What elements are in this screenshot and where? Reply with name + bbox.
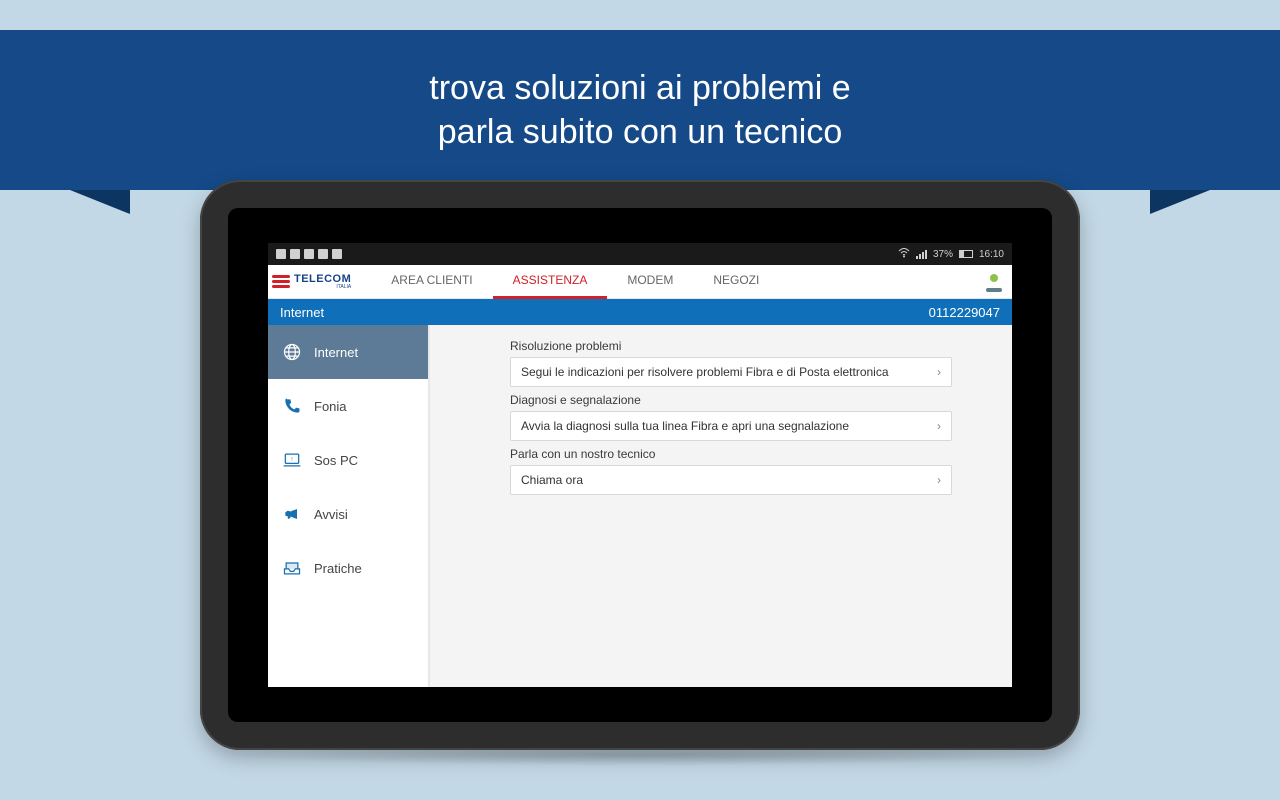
sidebar-item-label: Fonia xyxy=(314,399,347,414)
ribbon-decoration xyxy=(1150,190,1210,214)
option-risoluzione[interactable]: Segui le indicazioni per risolvere probl… xyxy=(510,357,952,387)
chevron-right-icon: › xyxy=(937,365,941,379)
sidebar-item-avvisi[interactable]: Avvisi xyxy=(268,487,428,541)
wifi-icon xyxy=(898,248,910,261)
content-panel: Risoluzione problemi Segui le indicazion… xyxy=(430,325,1012,687)
tab-negozi[interactable]: NEGOZI xyxy=(693,265,779,299)
sidebar-item-label: Pratiche xyxy=(314,561,362,576)
sidebar-item-fonia[interactable]: Fonia xyxy=(268,379,428,433)
chevron-right-icon: › xyxy=(937,419,941,433)
logo-bars-icon xyxy=(272,275,290,288)
tab-area-clienti[interactable]: AREA CLIENTI xyxy=(371,265,492,299)
megaphone-icon xyxy=(282,504,302,524)
telecom-logo[interactable]: TELECOM ITALIA xyxy=(272,274,351,290)
sidebar-item-pratiche[interactable]: Pratiche xyxy=(268,541,428,595)
app-screen: 37% 16:10 TELECOM ITALIA AREA CLIENTI AS… xyxy=(268,243,1012,687)
sidebar: Internet Fonia ! Sos PC xyxy=(268,325,428,687)
android-status-bar: 37% 16:10 xyxy=(268,243,1012,265)
tray-icon xyxy=(282,558,302,578)
option-diagnosi[interactable]: Avvia la diagnosi sulla tua linea Fibra … xyxy=(510,411,952,441)
sidebar-item-internet[interactable]: Internet xyxy=(268,325,428,379)
sidebar-item-label: Internet xyxy=(314,345,358,360)
tab-modem[interactable]: MODEM xyxy=(607,265,693,299)
status-notification-icons xyxy=(276,249,342,259)
nav-tabs: AREA CLIENTI ASSISTENZA MODEM NEGOZI xyxy=(371,265,779,299)
option-text: Segui le indicazioni per risolvere probl… xyxy=(521,365,889,379)
sidebar-item-sos-pc[interactable]: ! Sos PC xyxy=(268,433,428,487)
section-label: Diagnosi e segnalazione xyxy=(510,393,952,407)
globe-icon xyxy=(282,342,302,362)
svg-text:!: ! xyxy=(291,457,292,463)
laptop-icon: ! xyxy=(282,450,302,470)
hero-line-1: trova soluzioni ai problemi e xyxy=(429,66,850,110)
ribbon-decoration xyxy=(70,190,130,214)
option-text: Chiama ora xyxy=(521,473,583,487)
sidebar-item-label: Avvisi xyxy=(314,507,348,522)
account-number: 0112229047 xyxy=(929,305,1000,320)
tablet-frame: 37% 16:10 TELECOM ITALIA AREA CLIENTI AS… xyxy=(200,180,1080,750)
section-title: Internet xyxy=(280,305,324,320)
section-label: Parla con un nostro tecnico xyxy=(510,447,952,461)
phone-icon xyxy=(282,396,302,416)
option-chiama[interactable]: Chiama ora › xyxy=(510,465,952,495)
section-bar: Internet 0112229047 xyxy=(268,299,1012,325)
section-label: Risoluzione problemi xyxy=(510,339,952,353)
battery-icon xyxy=(959,250,973,258)
sidebar-item-label: Sos PC xyxy=(314,453,358,468)
app-top-nav: TELECOM ITALIA AREA CLIENTI ASSISTENZA M… xyxy=(268,265,1012,299)
brand-sub: ITALIA xyxy=(336,285,351,290)
hero-banner: trova soluzioni ai problemi e parla subi… xyxy=(0,30,1280,190)
chevron-right-icon: › xyxy=(937,473,941,487)
signal-icon xyxy=(916,250,927,259)
clock: 16:10 xyxy=(979,249,1004,260)
option-text: Avvia la diagnosi sulla tua linea Fibra … xyxy=(521,419,849,433)
tab-assistenza[interactable]: ASSISTENZA xyxy=(493,265,608,299)
battery-percent: 37% xyxy=(933,249,953,260)
user-account-icon[interactable] xyxy=(986,274,1002,290)
hero-line-2: parla subito con un tecnico xyxy=(438,110,842,154)
brand-name: TELECOM xyxy=(294,274,351,285)
